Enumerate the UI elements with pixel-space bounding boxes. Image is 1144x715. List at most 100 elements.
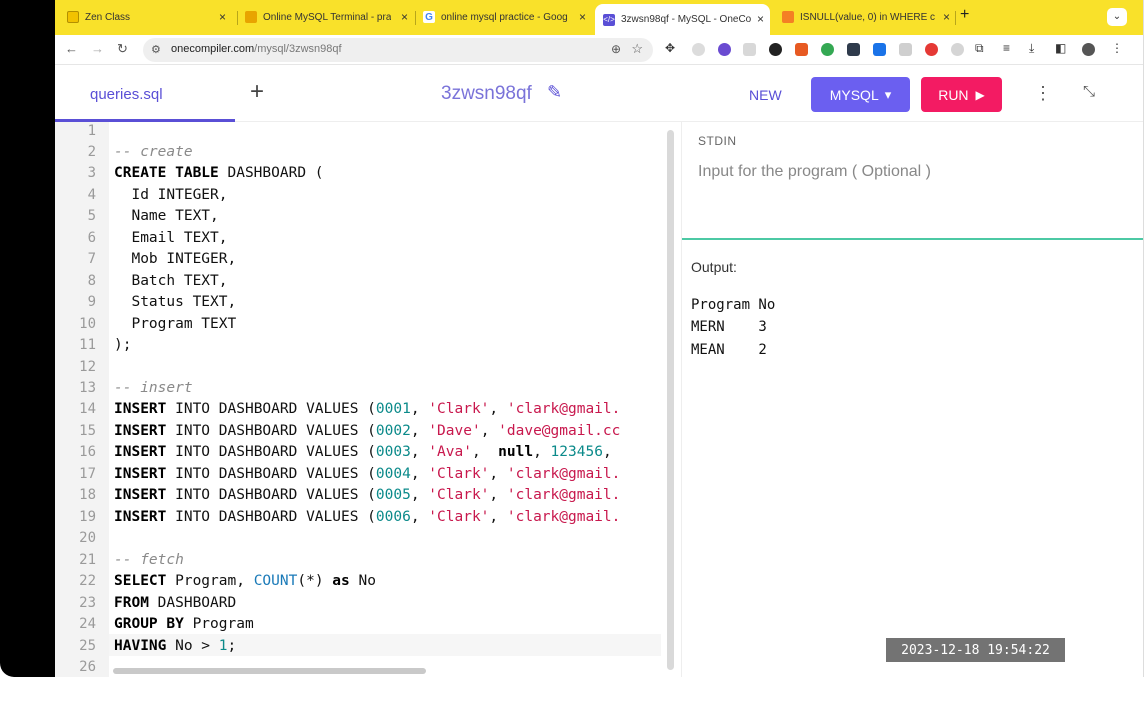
tab-title: Online MySQL Terminal - pra xyxy=(263,11,392,23)
extension-cursor-icon[interactable] xyxy=(743,43,756,56)
recording-timestamp: 2023-12-18 19:54:22 xyxy=(886,638,1065,662)
line-number: 6 xyxy=(87,230,96,246)
line-number: 10 xyxy=(79,316,96,332)
extension-circle-icon[interactable] xyxy=(951,43,964,56)
extension-g-icon[interactable] xyxy=(873,43,886,56)
line-number: 15 xyxy=(79,423,96,439)
tab-zen-class[interactable]: Zen Class × xyxy=(67,6,232,28)
side-panel-icon[interactable]: ◧ xyxy=(1055,41,1066,55)
horizontal-scrollbar[interactable] xyxy=(113,668,426,674)
tab-google-search[interactable]: G online mysql practice - Goog × xyxy=(423,6,588,28)
line-number: 22 xyxy=(79,573,96,589)
code-editor[interactable]: 1 2 3 4 5 6 7 8 9 10 11 12 13 14 15 16 17 18 19 20 21 22 23 24 2… xyxy=(55,122,679,677)
code-line: INSERT INTO DASHBOARD VALUES (0001, 'Cla… xyxy=(114,401,621,417)
google-favicon-icon: G xyxy=(423,11,435,23)
url-bar[interactable]: ⚙ onecompiler.com/mysql/3zwsn98qf ⊕ ☆ xyxy=(143,38,653,62)
profile-avatar-icon[interactable] xyxy=(1082,43,1095,56)
code-line: SELECT Program, COUNT(*) as No xyxy=(114,573,376,589)
line-number: 9 xyxy=(87,294,96,310)
code-line: -- create xyxy=(114,144,193,160)
extension-a-icon[interactable] xyxy=(847,43,860,56)
site-info-icon[interactable]: ⚙ xyxy=(151,43,161,56)
extension-shield-icon[interactable] xyxy=(899,43,912,56)
more-options-icon[interactable]: ⋮ xyxy=(1034,82,1052,104)
line-number: 14 xyxy=(79,401,96,417)
back-arrow-icon[interactable]: ← xyxy=(65,41,78,56)
download-icon[interactable]: ⤓ xyxy=(1029,41,1034,56)
extension-gear-icon[interactable] xyxy=(718,43,731,56)
url-host: onecompiler.com xyxy=(171,43,255,55)
reading-list-icon[interactable]: ≡ xyxy=(1003,41,1010,55)
bookmark-star-icon[interactable]: ☆ xyxy=(631,41,643,57)
new-button[interactable]: NEW xyxy=(749,87,782,103)
chevron-down-icon: ▾ xyxy=(884,86,892,102)
project-title: 3zwsn98qf xyxy=(441,83,532,104)
stdin-input[interactable]: Input for the program ( Optional ) xyxy=(698,163,931,181)
panel-divider[interactable] xyxy=(682,238,1143,240)
forward-arrow-icon[interactable]: → xyxy=(91,41,104,56)
browser-menu-icon[interactable]: ⋮ xyxy=(1111,41,1123,55)
line-number: 4 xyxy=(87,187,96,203)
url-text: onecompiler.com/mysql/3zwsn98qf xyxy=(171,43,342,55)
extension-opera-icon[interactable] xyxy=(925,43,938,56)
extension-flame-icon[interactable] xyxy=(795,43,808,56)
file-tab-queries[interactable]: queries.sql xyxy=(55,66,235,122)
code-line: INSERT INTO DASHBOARD VALUES (0002, 'Dav… xyxy=(114,423,621,439)
close-icon[interactable]: × xyxy=(579,10,586,24)
line-number: 1 xyxy=(87,123,96,139)
line-number: 25 xyxy=(79,638,96,654)
tab-isnull-question[interactable]: ISNULL(value, 0) in WHERE c × xyxy=(782,6,952,28)
language-select-button[interactable]: MYSQL ▾ xyxy=(811,77,910,112)
stackoverflow-favicon-icon xyxy=(782,11,794,23)
close-icon[interactable]: × xyxy=(757,12,764,26)
line-number: 12 xyxy=(79,359,96,375)
add-file-button[interactable]: + xyxy=(250,80,264,104)
line-number: 5 xyxy=(87,208,96,224)
address-bar-row: ← → ↻ ⚙ onecompiler.com/mysql/3zwsn98qf … xyxy=(55,35,1143,65)
edit-pencil-icon[interactable]: ✎ xyxy=(547,82,562,103)
code-line: -- insert xyxy=(114,380,193,396)
close-icon[interactable]: × xyxy=(943,10,950,24)
zoom-icon[interactable]: ⊕ xyxy=(611,42,621,56)
url-path: /mysql/3zwsn98qf xyxy=(254,43,342,55)
tab-search-dropdown-icon[interactable]: ⌄ xyxy=(1107,8,1127,26)
tab-separator xyxy=(237,11,238,25)
collapse-icon[interactable]: ⤡ xyxy=(1083,83,1095,100)
output-label: Output: xyxy=(691,259,737,275)
tab-title: ISNULL(value, 0) in WHERE c xyxy=(800,11,936,23)
tab-title: Zen Class xyxy=(85,11,131,23)
code-line: Batch TEXT, xyxy=(114,273,228,289)
code-line: INSERT INTO DASHBOARD VALUES (0006, 'Cla… xyxy=(114,509,621,525)
line-number: 8 xyxy=(87,273,96,289)
tab-onecompiler-active[interactable]: </> 3zwsn98qf - MySQL - OneCo × xyxy=(595,4,770,35)
extension-avatar-icon[interactable] xyxy=(692,43,705,56)
tab-separator xyxy=(955,11,956,25)
run-button[interactable]: RUN ▶ xyxy=(921,77,1002,112)
output-line: MERN 3 xyxy=(691,319,767,335)
extension-move-icon[interactable]: ✥ xyxy=(665,41,675,55)
reload-icon[interactable]: ↻ xyxy=(117,41,128,57)
line-number: 16 xyxy=(79,444,96,460)
extension-panda-icon[interactable] xyxy=(769,43,782,56)
tab-separator xyxy=(415,11,416,25)
code-line: GROUP BY Program xyxy=(114,616,254,632)
code-line: FROM DASHBOARD xyxy=(114,595,237,611)
line-number: 21 xyxy=(79,552,96,568)
file-tab-label: queries.sql xyxy=(90,86,163,103)
code-line: Mob INTEGER, xyxy=(114,251,237,267)
line-number: 24 xyxy=(79,616,96,632)
tab-strip: Zen Class × Online MySQL Terminal - pra … xyxy=(55,0,1143,35)
play-icon: ▶ xyxy=(975,87,985,102)
editor-toolbar: queries.sql + 3zwsn98qf ✎ NEW MYSQL ▾ RU… xyxy=(55,66,1143,122)
close-icon[interactable]: × xyxy=(219,10,226,24)
new-tab-button[interactable]: + xyxy=(960,6,969,24)
extensions-puzzle-icon[interactable]: ⧉ xyxy=(975,41,984,56)
vertical-scrollbar[interactable] xyxy=(667,130,674,670)
code-line: -- fetch xyxy=(114,552,184,568)
tab-online-mysql-terminal[interactable]: Online MySQL Terminal - pra × xyxy=(245,6,410,28)
extension-color-icon[interactable] xyxy=(821,43,834,56)
code-line: Id INTEGER, xyxy=(114,187,228,203)
line-number: 20 xyxy=(79,530,96,546)
code-line: Email TEXT, xyxy=(114,230,228,246)
close-icon[interactable]: × xyxy=(401,10,408,24)
